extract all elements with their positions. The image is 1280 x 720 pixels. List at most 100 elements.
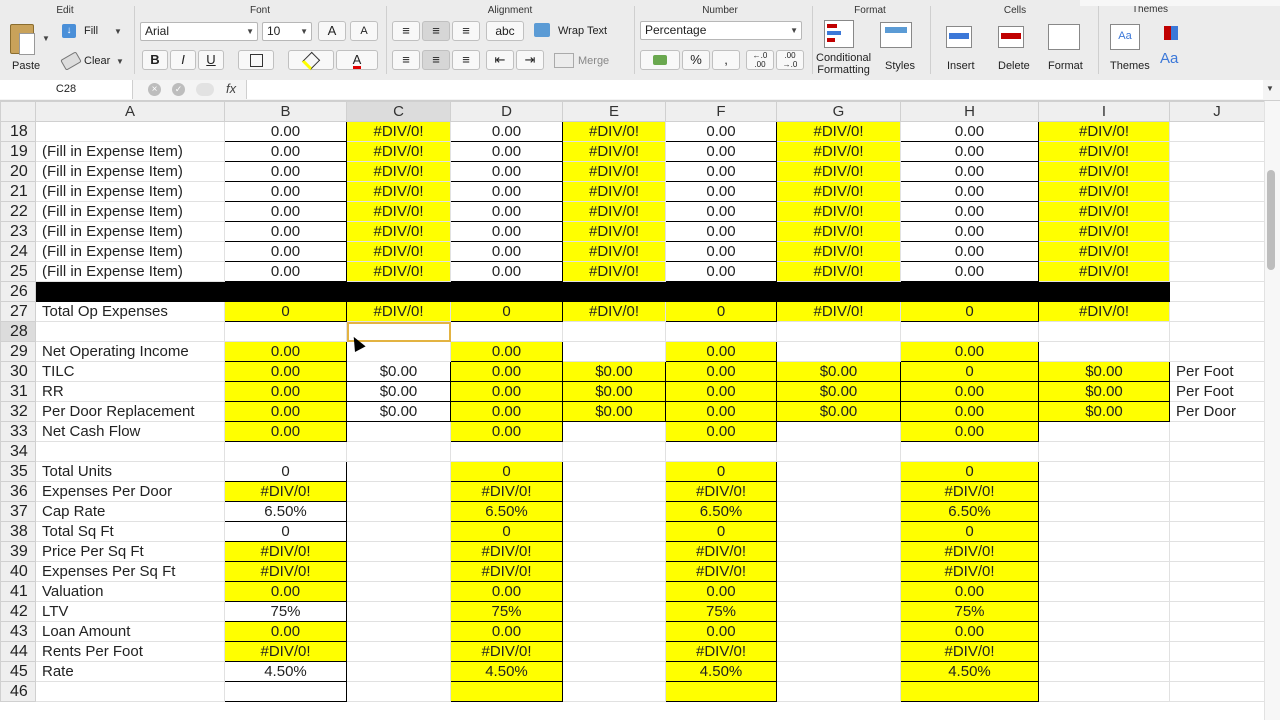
cell-a34[interactable] <box>35 441 225 462</box>
cell-g46[interactable] <box>776 681 901 702</box>
cell-g23[interactable]: #DIV/0! <box>776 221 901 242</box>
cell-f18[interactable]: 0.00 <box>665 121 777 142</box>
cell-a22[interactable]: (Fill in Expense Item) <box>35 201 225 222</box>
insert-button[interactable]: Insert <box>940 20 986 76</box>
cell-a33[interactable]: Net Cash Flow <box>35 421 225 442</box>
row-header[interactable]: 29 <box>0 341 36 362</box>
cell-g45[interactable] <box>776 661 901 682</box>
cell-f46[interactable] <box>665 681 777 702</box>
cell-b18[interactable]: 0.00 <box>224 121 347 142</box>
cell-d23[interactable]: 0.00 <box>450 221 563 242</box>
cell-d34[interactable] <box>450 441 563 462</box>
cell-f37[interactable]: 6.50% <box>665 501 777 522</box>
cell-i35[interactable] <box>1038 461 1170 482</box>
cell-i24[interactable]: #DIV/0! <box>1038 241 1170 262</box>
cell-c19[interactable]: #DIV/0! <box>346 141 451 162</box>
cell-g28[interactable] <box>776 321 901 342</box>
cell-i33[interactable] <box>1038 421 1170 442</box>
cell-c31[interactable]: $0.00 <box>346 381 451 402</box>
row-header[interactable]: 43 <box>0 621 36 642</box>
row-header[interactable]: 23 <box>0 221 36 242</box>
cell-f29[interactable]: 0.00 <box>665 341 777 362</box>
cell-f22[interactable]: 0.00 <box>665 201 777 222</box>
cell-h19[interactable]: 0.00 <box>900 141 1039 162</box>
cell-i22[interactable]: #DIV/0! <box>1038 201 1170 222</box>
expand-formula-icon[interactable]: ▼ <box>1266 84 1274 93</box>
cell-d43[interactable]: 0.00 <box>450 621 563 642</box>
cell-j35[interactable] <box>1169 461 1265 482</box>
cell-h30[interactable]: 0 <box>900 361 1039 382</box>
name-box[interactable]: C28 <box>0 80 133 99</box>
cell-f36[interactable]: #DIV/0! <box>665 481 777 502</box>
cell-g44[interactable] <box>776 641 901 662</box>
underline-button[interactable]: U <box>198 50 224 70</box>
cell-b39[interactable]: #DIV/0! <box>224 541 347 562</box>
cell-e25[interactable]: #DIV/0! <box>562 261 666 282</box>
row-header[interactable]: 26 <box>0 281 36 302</box>
cell-g27[interactable]: #DIV/0! <box>776 301 901 322</box>
cell-f23[interactable]: 0.00 <box>665 221 777 242</box>
row-header[interactable]: 27 <box>0 301 36 322</box>
cell-d27[interactable]: 0 <box>450 301 563 322</box>
shrink-font-button[interactable]: A <box>350 21 378 41</box>
cell-e36[interactable] <box>562 481 666 502</box>
cell-c43[interactable] <box>346 621 451 642</box>
cell-j32[interactable]: Per Door <box>1169 401 1265 422</box>
cell-h31[interactable]: 0.00 <box>900 381 1039 402</box>
cell-d26[interactable] <box>450 281 563 302</box>
cell-g36[interactable] <box>776 481 901 502</box>
cell-g22[interactable]: #DIV/0! <box>776 201 901 222</box>
cell-a42[interactable]: LTV <box>35 601 225 622</box>
cell-h18[interactable]: 0.00 <box>900 121 1039 142</box>
cell-b22[interactable]: 0.00 <box>224 201 347 222</box>
cell-a25[interactable]: (Fill in Expense Item) <box>35 261 225 282</box>
cell-g42[interactable] <box>776 601 901 622</box>
cell-b35[interactable]: 0 <box>224 461 347 482</box>
cell-f43[interactable]: 0.00 <box>665 621 777 642</box>
clear-button[interactable]: Clear ▼ <box>60 51 130 72</box>
text-orientation-button[interactable]: abc <box>486 21 524 41</box>
cell-e19[interactable]: #DIV/0! <box>562 141 666 162</box>
cell-f40[interactable]: #DIV/0! <box>665 561 777 582</box>
cell-i39[interactable] <box>1038 541 1170 562</box>
cell-i19[interactable]: #DIV/0! <box>1038 141 1170 162</box>
cell-c20[interactable]: #DIV/0! <box>346 161 451 182</box>
cell-h44[interactable]: #DIV/0! <box>900 641 1039 662</box>
paste-button[interactable]: ▼ Paste <box>6 20 50 76</box>
cell-g19[interactable]: #DIV/0! <box>776 141 901 162</box>
cell-e18[interactable]: #DIV/0! <box>562 121 666 142</box>
cell-c42[interactable] <box>346 601 451 622</box>
cell-g29[interactable] <box>776 341 901 362</box>
cell-e30[interactable]: $0.00 <box>562 361 666 382</box>
insert-function-button[interactable]: fx <box>226 81 236 96</box>
cell-c37[interactable] <box>346 501 451 522</box>
cell-i43[interactable] <box>1038 621 1170 642</box>
column-header-c[interactable]: C <box>346 101 451 122</box>
cell-h20[interactable]: 0.00 <box>900 161 1039 182</box>
cell-f30[interactable]: 0.00 <box>665 361 777 382</box>
cell-h39[interactable]: #DIV/0! <box>900 541 1039 562</box>
cell-j30[interactable]: Per Foot <box>1169 361 1265 382</box>
cell-i38[interactable] <box>1038 521 1170 542</box>
cell-h40[interactable]: #DIV/0! <box>900 561 1039 582</box>
theme-fonts-button[interactable]: Aa <box>1160 50 1194 70</box>
cell-d42[interactable]: 75% <box>450 601 563 622</box>
cell-h29[interactable]: 0.00 <box>900 341 1039 362</box>
cell-c45[interactable] <box>346 661 451 682</box>
cell-b24[interactable]: 0.00 <box>224 241 347 262</box>
row-header[interactable]: 24 <box>0 241 36 262</box>
cell-d18[interactable]: 0.00 <box>450 121 563 142</box>
cell-c30[interactable]: $0.00 <box>346 361 451 382</box>
cell-h34[interactable] <box>900 441 1039 462</box>
row-header[interactable]: 37 <box>0 501 36 522</box>
cell-b25[interactable]: 0.00 <box>224 261 347 282</box>
cell-i25[interactable]: #DIV/0! <box>1038 261 1170 282</box>
cell-i27[interactable]: #DIV/0! <box>1038 301 1170 322</box>
cell-j33[interactable] <box>1169 421 1265 442</box>
cell-d30[interactable]: 0.00 <box>450 361 563 382</box>
row-header[interactable]: 46 <box>0 681 36 702</box>
cell-i29[interactable] <box>1038 341 1170 362</box>
cell-b28[interactable] <box>224 321 347 342</box>
row-header[interactable]: 35 <box>0 461 36 482</box>
cell-h37[interactable]: 6.50% <box>900 501 1039 522</box>
